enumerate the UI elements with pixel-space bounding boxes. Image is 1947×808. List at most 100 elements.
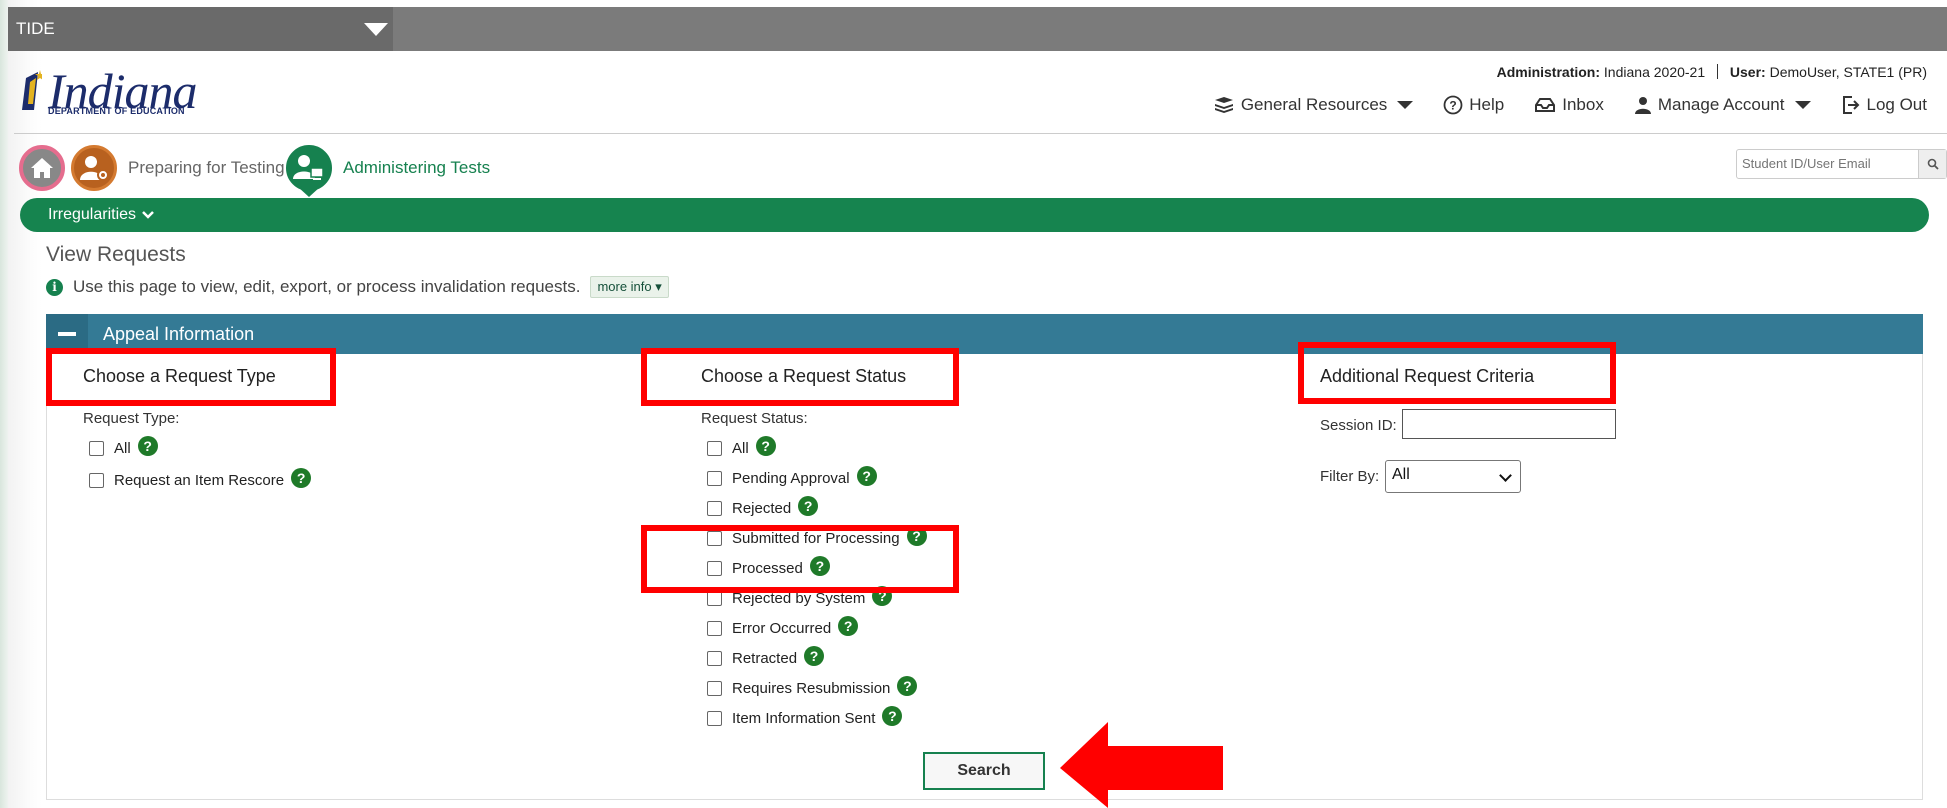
option-label: Retracted xyxy=(732,650,798,667)
checkbox[interactable] xyxy=(707,681,722,696)
tide-bar: TIDE xyxy=(8,7,1947,51)
checkbox[interactable] xyxy=(707,501,722,516)
request-type-label: Request Type: xyxy=(83,410,180,427)
logout-label: Log Out xyxy=(1866,95,1928,114)
request-status-option[interactable]: Pending Approval ? xyxy=(707,465,877,487)
user-gear-icon xyxy=(80,156,109,181)
search-button-label: Search xyxy=(957,762,1011,779)
appeal-information-panel-body xyxy=(46,354,1923,800)
header-divider xyxy=(14,133,1947,134)
svg-text:?: ? xyxy=(1450,99,1457,113)
more-info-button[interactable]: more info ▾ xyxy=(590,276,669,298)
logout-icon xyxy=(1842,96,1859,114)
request-type-option[interactable]: All ? xyxy=(89,435,158,457)
active-pointer xyxy=(298,187,320,197)
irregularities-menu[interactable]: Irregularities xyxy=(48,206,154,224)
checkbox[interactable] xyxy=(89,441,104,456)
help-icon[interactable]: ? xyxy=(291,467,312,488)
checkbox[interactable] xyxy=(89,473,104,488)
preparing-for-testing-icon-button[interactable] xyxy=(71,145,117,191)
help-icon[interactable]: ? xyxy=(804,645,825,666)
info-icon: i xyxy=(46,278,63,296)
request-type-heading: Choose a Request Type xyxy=(83,366,276,386)
help-icon[interactable]: ? xyxy=(897,675,918,696)
general-resources-menu[interactable]: General Resources xyxy=(1213,95,1414,115)
indiana-doe-logo[interactable]: Indiana DEPARTMENT OF EDUCATION xyxy=(18,64,198,120)
request-status-option[interactable]: Error Occurred ? xyxy=(707,615,859,637)
highlight-box xyxy=(641,525,959,593)
manage-account-label: Manage Account xyxy=(1657,95,1785,114)
inbox-label: Inbox xyxy=(1562,95,1604,114)
chevron-down-icon xyxy=(1397,101,1414,109)
search-button[interactable]: Search xyxy=(923,752,1045,790)
administering-tests-icon-button[interactable] xyxy=(286,145,332,191)
left-gutter xyxy=(0,0,8,808)
manage-account-menu[interactable]: Manage Account xyxy=(1634,95,1811,115)
search-icon xyxy=(1927,158,1939,170)
request-status-option[interactable]: Requires Resubmission ? xyxy=(707,675,918,697)
section-nav-bar: Irregularities xyxy=(20,198,1929,232)
user-computer-icon xyxy=(293,155,324,180)
option-label: All xyxy=(732,440,749,457)
administering-tests-link[interactable]: Administering Tests xyxy=(343,158,490,178)
home-button[interactable] xyxy=(19,145,65,191)
more-info-label: more info xyxy=(597,279,652,294)
option-label: Rejected xyxy=(732,500,792,517)
additional-criteria-heading: Additional Request Criteria xyxy=(1320,366,1535,386)
checkbox[interactable] xyxy=(707,621,722,636)
checkbox[interactable] xyxy=(707,711,722,726)
request-status-option[interactable]: Rejected ? xyxy=(707,495,819,517)
panel-title: Appeal Information xyxy=(103,324,255,344)
inbox-icon xyxy=(1535,98,1556,112)
request-status-option[interactable]: All ? xyxy=(707,435,776,457)
checkbox[interactable] xyxy=(707,651,722,666)
filter-by-select[interactable]: All xyxy=(1385,460,1521,493)
checkbox[interactable] xyxy=(707,591,722,606)
help-icon[interactable]: ? xyxy=(856,465,877,486)
page-info: i Use this page to view, edit, export, o… xyxy=(46,276,669,298)
help-icon[interactable]: ? xyxy=(137,435,158,456)
checkbox[interactable] xyxy=(707,471,722,486)
checkbox[interactable] xyxy=(707,441,722,456)
help-icon[interactable]: ? xyxy=(882,705,903,726)
torch-icon xyxy=(22,70,42,110)
request-status-option[interactable]: Retracted ? xyxy=(707,645,825,667)
request-status-label: Request Status: xyxy=(701,410,808,427)
chevron-down-icon xyxy=(364,23,388,36)
help-circle-icon: ? xyxy=(1443,95,1463,115)
help-icon[interactable]: ? xyxy=(798,495,819,516)
help-label: Help xyxy=(1469,95,1505,114)
page-description: Use this page to view, edit, export, or … xyxy=(73,277,581,296)
help-icon[interactable]: ? xyxy=(755,435,776,456)
logout-link[interactable]: Log Out xyxy=(1841,95,1928,115)
option-label: Request an Item Rescore xyxy=(114,472,285,489)
search-submit-button[interactable] xyxy=(1918,150,1946,178)
inbox-link[interactable]: Inbox xyxy=(1534,95,1604,115)
divider xyxy=(1717,64,1719,79)
chevron-down-icon xyxy=(1499,469,1512,482)
preparing-for-testing-link[interactable]: Preparing for Testing xyxy=(128,158,285,178)
tide-app-selector[interactable]: TIDE xyxy=(8,7,393,51)
option-label: Pending Approval xyxy=(732,470,850,487)
filter-by-label: Filter By: xyxy=(1320,468,1380,485)
request-status-option[interactable]: Item Information Sent ? xyxy=(707,705,903,727)
option-label: Error Occurred xyxy=(732,620,832,637)
red-arrow-annotation xyxy=(1060,722,1223,808)
irregularities-label: Irregularities xyxy=(48,206,137,223)
option-label: Requires Resubmission xyxy=(732,680,891,697)
user-value: DemoUser, STATE1 (PR) xyxy=(1769,64,1927,80)
student-search xyxy=(1736,149,1947,179)
session-id-input[interactable] xyxy=(1402,409,1616,439)
help-link[interactable]: ? Help xyxy=(1443,95,1504,115)
request-type-option[interactable]: Request an Item Rescore ? xyxy=(89,467,312,489)
chevron-down-icon xyxy=(1794,101,1811,109)
admin-label: Administration: xyxy=(1496,64,1601,80)
page-title: View Requests xyxy=(46,243,186,266)
user-icon xyxy=(1634,97,1651,114)
student-search-input[interactable] xyxy=(1737,150,1917,176)
top-nav: General Resources ? Help Inbox Manage Ac… xyxy=(1213,95,1927,115)
admin-value: Indiana 2020-21 xyxy=(1603,64,1706,80)
option-label: All xyxy=(114,440,131,457)
help-icon[interactable]: ? xyxy=(838,615,859,636)
left-shadow xyxy=(8,0,42,808)
